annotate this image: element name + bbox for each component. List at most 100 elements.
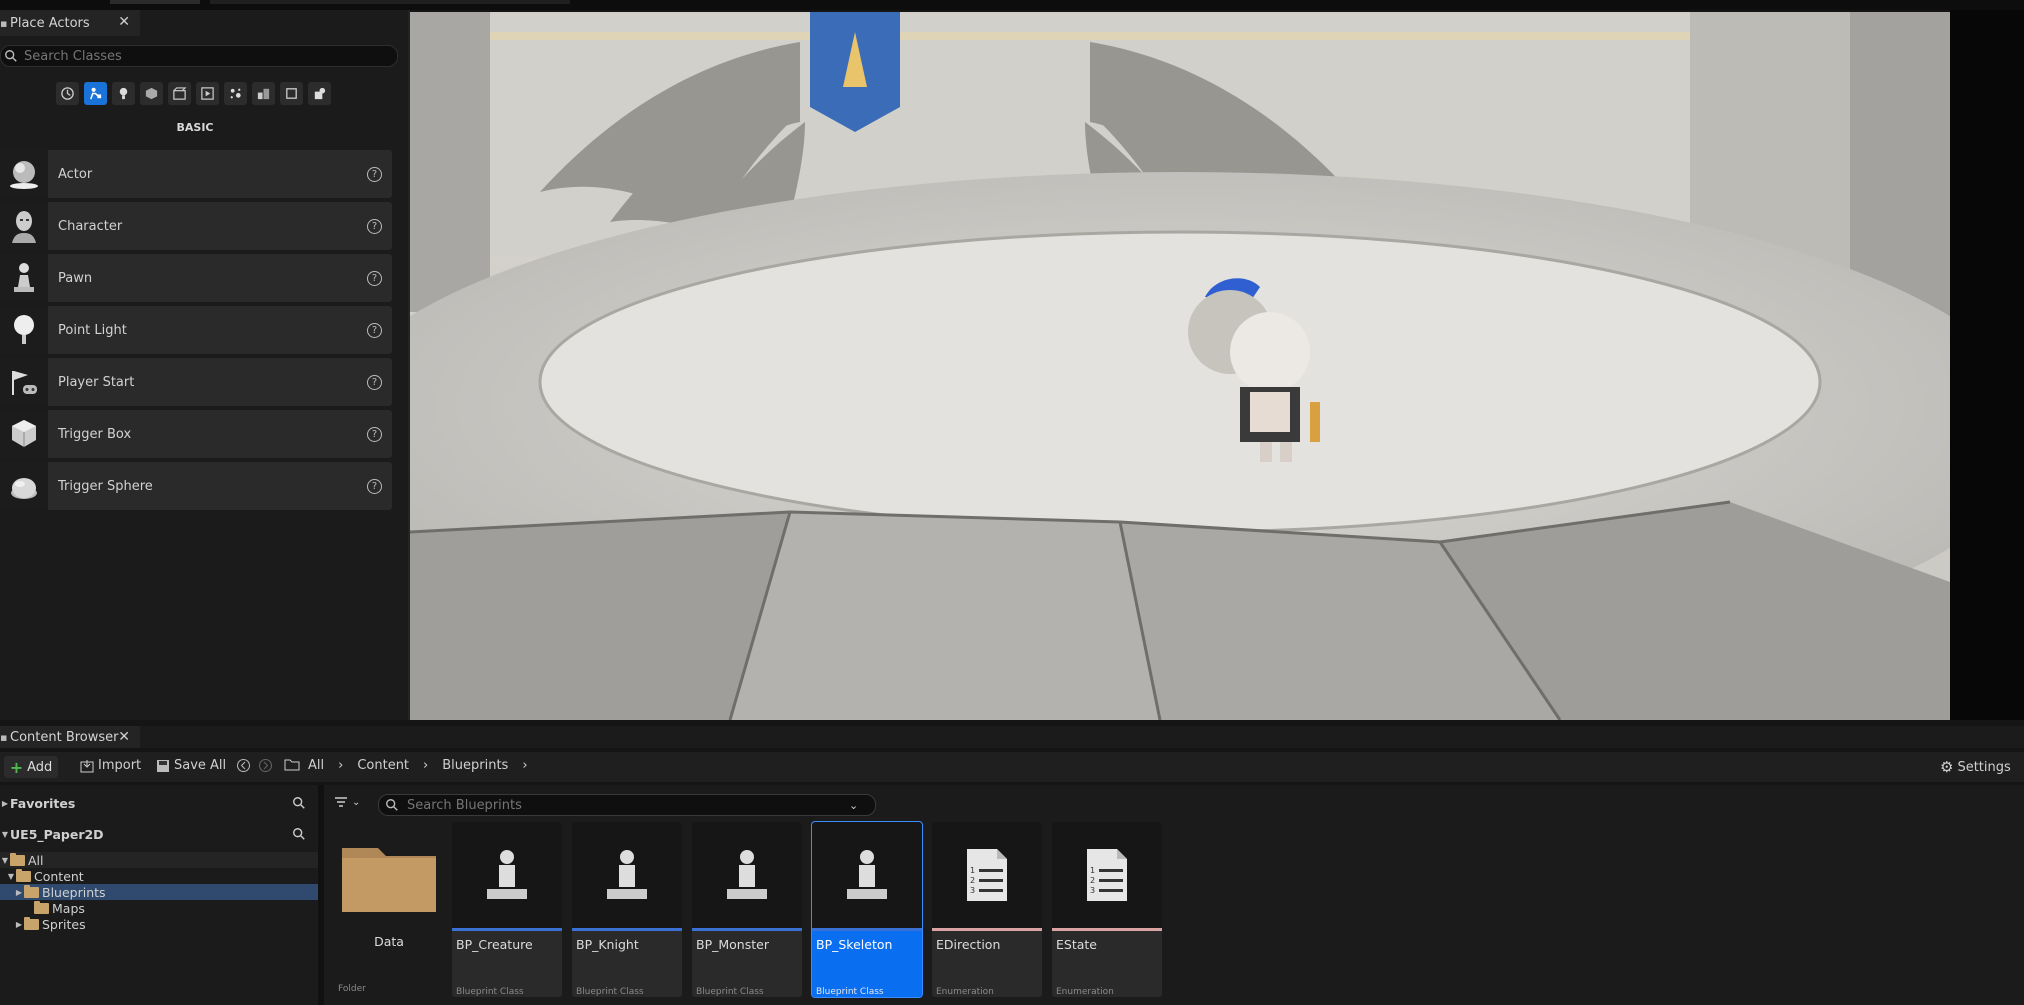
- actor-item-trigger-sphere[interactable]: Trigger Sphere ?: [0, 462, 392, 510]
- search-icon[interactable]: [292, 827, 306, 841]
- folder-icon: [16, 868, 31, 882]
- section-label-basic: BASIC: [176, 121, 214, 134]
- chevron-right-icon[interactable]: ›: [423, 758, 428, 773]
- search-icon[interactable]: [292, 796, 306, 810]
- actor-item-label: Trigger Sphere: [58, 478, 153, 494]
- search-icon: [386, 799, 398, 811]
- collapsed-arrow-icon[interactable]: ▶: [14, 920, 24, 929]
- all-classes-icon[interactable]: [252, 82, 275, 105]
- save-all-button[interactable]: Save All: [156, 758, 226, 773]
- back-button[interactable]: [236, 758, 251, 773]
- actor-item-trigger-box[interactable]: Trigger Box ?: [0, 410, 392, 458]
- import-button[interactable]: Import: [80, 758, 141, 773]
- folder-path-button[interactable]: [284, 758, 300, 771]
- filter-button[interactable]: ⌄: [334, 796, 360, 808]
- save-all-label: Save All: [174, 758, 227, 773]
- project-header[interactable]: ▼ UE5_Paper2D: [0, 826, 318, 842]
- geometry-icon[interactable]: [280, 82, 303, 105]
- search-classes-field[interactable]: [0, 45, 398, 67]
- recent-icon[interactable]: [56, 82, 79, 105]
- expanded-arrow-icon[interactable]: ▼: [0, 830, 10, 839]
- basic-actors-icon[interactable]: [84, 82, 107, 105]
- save-icon: [157, 759, 169, 772]
- svg-text:1: 1: [1090, 866, 1095, 875]
- settings-button[interactable]: ⚙ Settings: [1940, 758, 2011, 776]
- help-icon[interactable]: ?: [367, 426, 382, 442]
- actor-item-player-start[interactable]: Player Start ?: [0, 358, 392, 406]
- collapsed-arrow-icon[interactable]: ▶: [0, 799, 10, 808]
- close-icon[interactable]: ✕: [118, 14, 130, 30]
- search-classes-input[interactable]: [22, 47, 386, 65]
- actor-item-pawn[interactable]: Pawn ?: [0, 254, 392, 302]
- player-start-icon: [0, 358, 48, 406]
- asset-bp-monster[interactable]: BP_Monster Blueprint Class: [692, 822, 802, 997]
- help-icon[interactable]: ?: [367, 270, 382, 286]
- lights-icon[interactable]: [112, 82, 135, 105]
- help-icon[interactable]: ?: [367, 374, 382, 390]
- help-icon[interactable]: ?: [367, 322, 382, 338]
- tree-item-label: Content: [34, 868, 84, 884]
- asset-estate[interactable]: 123 EState Enumeration: [1052, 822, 1162, 997]
- shapes-extra-icon[interactable]: [308, 82, 331, 105]
- add-button[interactable]: + Add: [4, 756, 58, 778]
- place-actors-tab[interactable]: ▪ Place Actors ✕: [0, 10, 140, 36]
- actor-item-actor[interactable]: Actor ?: [0, 150, 392, 198]
- asset-type: Folder: [338, 984, 366, 994]
- actor-item-character[interactable]: Character ?: [0, 202, 392, 250]
- asset-folder-data[interactable]: Data Folder: [334, 822, 444, 997]
- breadcrumb-all[interactable]: All: [308, 758, 324, 773]
- expanded-arrow-icon[interactable]: ▼: [0, 856, 10, 865]
- chevron-right-icon[interactable]: ›: [338, 758, 343, 773]
- tree-item-all[interactable]: ▼ All: [0, 852, 318, 868]
- actor-item-point-light[interactable]: Point Light ?: [0, 306, 392, 354]
- asset-bp-skeleton[interactable]: BP_Skeleton Blueprint Class: [811, 821, 923, 998]
- trigger-box-icon: [0, 410, 48, 458]
- sources-splitter[interactable]: [318, 785, 324, 1005]
- search-blueprints-field[interactable]: ⌄: [378, 794, 876, 816]
- import-label: Import: [98, 758, 142, 773]
- top-tab[interactable]: [110, 0, 200, 4]
- project-label: UE5_Paper2D: [10, 826, 104, 842]
- search-blueprints-input[interactable]: [405, 796, 849, 814]
- breadcrumb-blueprints[interactable]: Blueprints: [442, 758, 508, 773]
- level-viewport[interactable]: [410, 12, 1950, 720]
- help-icon[interactable]: ?: [367, 478, 382, 494]
- import-icon: [80, 759, 94, 772]
- visual-effects-icon[interactable]: [196, 82, 219, 105]
- volumes-icon[interactable]: [224, 82, 247, 105]
- blueprint-pawn-icon: [572, 822, 682, 928]
- svg-text:3: 3: [1090, 886, 1095, 895]
- folder-icon: [334, 822, 444, 928]
- top-tab[interactable]: [210, 0, 570, 4]
- category-toolbar: [56, 82, 331, 105]
- help-icon[interactable]: ?: [367, 166, 382, 182]
- asset-bp-creature[interactable]: BP_Creature Blueprint Class: [452, 822, 562, 997]
- tree-item-maps[interactable]: Maps: [24, 900, 318, 916]
- breadcrumb-content[interactable]: Content: [357, 758, 409, 773]
- asset-bp-knight[interactable]: BP_Knight Blueprint Class: [572, 822, 682, 997]
- favorites-header[interactable]: ▶ Favorites: [0, 795, 318, 811]
- help-icon[interactable]: ?: [367, 218, 382, 234]
- shapes-icon[interactable]: [140, 82, 163, 105]
- favorites-label: Favorites: [10, 795, 76, 811]
- actor-item-label: Actor: [58, 166, 93, 182]
- tree-item-sprites[interactable]: ▶ Sprites: [14, 916, 318, 932]
- tree-item-blueprints[interactable]: ▶ Blueprints: [0, 884, 318, 900]
- cinematic-icon[interactable]: [168, 82, 191, 105]
- close-icon[interactable]: ✕: [118, 729, 130, 745]
- chevron-down-icon[interactable]: ⌄: [849, 799, 858, 812]
- content-browser-tabbar: ▪ Content Browser ✕: [0, 726, 2024, 748]
- viewport-margin: [1950, 10, 2024, 720]
- actor-item-label: Player Start: [58, 374, 135, 390]
- tree-item-content[interactable]: ▼ Content: [6, 868, 318, 884]
- asset-edirection[interactable]: 123 EDirection Enumeration: [932, 822, 1042, 997]
- blueprint-pawn-icon: [452, 822, 562, 928]
- blueprint-pawn-icon: [812, 822, 922, 928]
- chevron-right-icon[interactable]: ›: [522, 758, 527, 773]
- content-browser-tab-label: Content Browser: [10, 729, 119, 745]
- collapsed-arrow-icon[interactable]: ▶: [14, 888, 24, 897]
- filter-icon: [335, 797, 347, 807]
- forward-button[interactable]: [258, 758, 273, 773]
- content-browser-tab[interactable]: ▪ Content Browser ✕: [0, 726, 140, 748]
- expanded-arrow-icon[interactable]: ▼: [6, 872, 16, 881]
